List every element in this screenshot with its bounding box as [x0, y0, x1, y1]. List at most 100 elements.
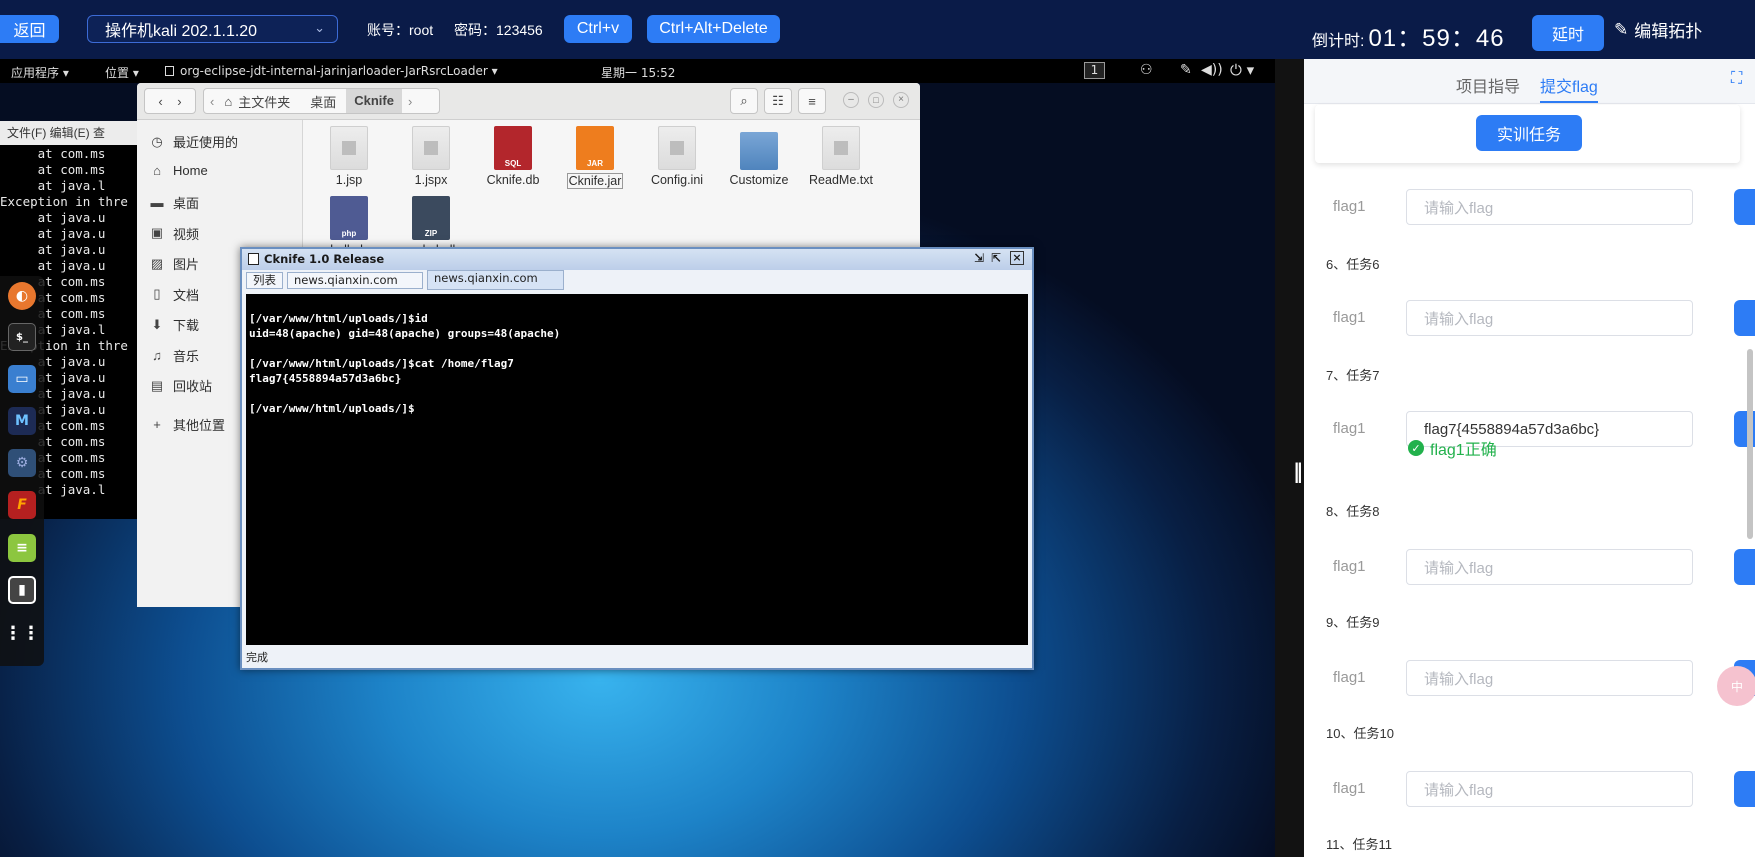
- armitage-icon[interactable]: ⚙: [8, 449, 36, 477]
- dock: ◐ $_ ▭ M ⚙ F ≡ ▮ ⋮⋮: [0, 276, 44, 666]
- volume-icon[interactable]: ◀)): [1201, 62, 1223, 78]
- sidebar-item[interactable]: ▬ 桌面: [149, 193, 200, 212]
- back-arrow-icon[interactable]: ‹: [158, 94, 162, 109]
- cknife-dock-icon[interactable]: ▮: [8, 576, 36, 604]
- ctrl-alt-delete-button[interactable]: Ctrl+Alt+Delete: [647, 15, 780, 43]
- cknife-titlebar[interactable]: Cknife 1.0 Release ⇲ ⇱ ×: [242, 249, 1032, 270]
- sidebar-item-label: 音乐: [173, 348, 200, 364]
- workspace-indicator[interactable]: 1: [1084, 62, 1105, 79]
- sidebar-item[interactable]: ▤ 回收站: [149, 376, 212, 395]
- terminal-line: [/var/www/html/uploads/]$id: [249, 312, 428, 325]
- tab-guide[interactable]: 项目指导: [1456, 73, 1520, 97]
- tab-submit-flag[interactable]: 提交flag: [1540, 73, 1598, 103]
- training-task-button[interactable]: 实训任务: [1476, 115, 1582, 151]
- close-icon[interactable]: ×: [893, 92, 909, 108]
- minimize-icon[interactable]: –: [843, 92, 859, 108]
- database-icon: SQL: [494, 126, 532, 170]
- file-item[interactable]: 1.jspx: [389, 126, 473, 187]
- apps-grid-icon[interactable]: ⋮⋮: [4, 619, 40, 647]
- cknife-terminal[interactable]: [/var/www/html/uploads/]$id uid=48(apache…: [246, 294, 1028, 645]
- terminal-icon[interactable]: $_: [8, 323, 36, 351]
- breadcrumb-home[interactable]: 主文件夹: [236, 92, 300, 111]
- breadcrumb-right-icon[interactable]: ›: [402, 94, 418, 109]
- close-icon[interactable]: ×: [1010, 251, 1024, 265]
- file-name: Cknife.jar: [566, 173, 624, 189]
- sidebar-item[interactable]: ♫ 音乐: [149, 346, 199, 365]
- view-toggle-icon[interactable]: ☷: [764, 88, 792, 114]
- machine-select[interactable]: 操作机kali 202.1.1.20 ⌄: [87, 15, 338, 43]
- cknife-window[interactable]: Cknife 1.0 Release ⇲ ⇱ × 列表 news.qianxin…: [240, 247, 1034, 670]
- drag-handle-icon[interactable]: ‖: [1293, 459, 1303, 483]
- flag-input[interactable]: 请输入flag: [1406, 549, 1693, 585]
- network-icon[interactable]: ⚇: [1140, 62, 1153, 78]
- file-item[interactable]: Customize: [717, 126, 801, 187]
- ime-float-icon[interactable]: 中: [1717, 666, 1755, 706]
- trash-icon: ▤: [150, 377, 164, 393]
- sidebar-item[interactable]: ▯ 文档: [149, 285, 199, 304]
- breadcrumb-current[interactable]: Cknife: [346, 89, 402, 113]
- files-icon[interactable]: ▭: [8, 365, 36, 393]
- flag-input[interactable]: 请输入flag: [1406, 660, 1693, 696]
- menu-icon[interactable]: ≡: [798, 88, 826, 114]
- sidebar-item[interactable]: ▣ 视频: [149, 224, 199, 243]
- submit-button[interactable]: [1734, 300, 1755, 336]
- file-item[interactable]: 1.jsp: [307, 126, 391, 187]
- expand-icon[interactable]: ⛶: [1731, 70, 1742, 88]
- nav-back-forward[interactable]: ‹ ›: [144, 88, 196, 114]
- breadcrumb-desktop[interactable]: 桌面: [300, 92, 346, 111]
- file-name: Config.ini: [650, 173, 704, 187]
- machine-select-value: 操作机kali 202.1.1.20: [105, 23, 258, 40]
- restore-icon[interactable]: ⇲: [974, 251, 984, 265]
- lab-toolbar: 返回 操作机kali 202.1.1.20 ⌄ 账号：root 密码：12345…: [0, 0, 1755, 59]
- faraday-icon[interactable]: F: [8, 491, 36, 519]
- sidebar-item[interactable]: ▨ 图片: [149, 254, 199, 273]
- clock[interactable]: 星期一 15:52: [601, 64, 675, 81]
- file-item[interactable]: ReadMe.txt: [799, 126, 883, 187]
- sidebar-item[interactable]: + 其他位置: [149, 415, 225, 434]
- sidebar-item[interactable]: ⬇ 下载: [149, 315, 199, 334]
- pen-icon[interactable]: ✎: [1180, 62, 1192, 78]
- breadcrumb-left-icon[interactable]: ‹: [204, 94, 220, 109]
- account-label: 账号：root: [367, 22, 434, 38]
- tab-site-1[interactable]: news.qianxin.com: [287, 272, 423, 289]
- popout-icon[interactable]: ⇱: [991, 251, 1001, 265]
- scrollbar[interactable]: [1747, 349, 1753, 539]
- tab-site-2[interactable]: news.qianxin.com: [427, 270, 564, 290]
- file-item[interactable]: SQL Cknife.db: [471, 126, 555, 187]
- sidebar-item[interactable]: ⌂ Home: [149, 163, 208, 178]
- submit-button[interactable]: [1734, 771, 1755, 807]
- remote-desktop[interactable]: 应用程序 ▾ 位置 ▾ org-eclipse-jdt-internal-jar…: [0, 59, 1275, 857]
- chevron-down-icon: ⌄: [314, 20, 325, 35]
- terminal-menu[interactable]: 文件(F) 编辑(E) 查: [0, 121, 140, 145]
- document-icon: [658, 126, 696, 170]
- gnome-top-bar: 应用程序 ▾ 位置 ▾ org-eclipse-jdt-internal-jar…: [0, 59, 1275, 83]
- places-menu[interactable]: 位置 ▾: [105, 64, 139, 81]
- flag-input[interactable]: 请输入flag: [1406, 300, 1693, 336]
- file-item[interactable]: Config.ini: [635, 126, 719, 187]
- edit-icon: ✎: [1614, 19, 1629, 39]
- search-icon[interactable]: ⌕: [730, 88, 758, 114]
- flag-input[interactable]: 请输入flag: [1406, 189, 1693, 225]
- back-button[interactable]: 返回: [0, 15, 59, 43]
- metasploit-icon[interactable]: M: [8, 407, 36, 435]
- firefox-icon[interactable]: ◐: [8, 282, 36, 310]
- file-item[interactable]: JAR Cknife.jar: [553, 126, 637, 189]
- active-app-menu[interactable]: org-eclipse-jdt-internal-jarinjarloader-…: [165, 64, 498, 78]
- submit-button[interactable]: [1734, 549, 1755, 585]
- power-icon[interactable]: ⏻ ▾: [1230, 61, 1254, 79]
- edit-topology-button[interactable]: ✎ 编辑拓扑: [1614, 17, 1702, 42]
- submit-button[interactable]: [1734, 189, 1755, 225]
- notes-icon[interactable]: ≡: [8, 534, 36, 562]
- panel-splitter[interactable]: ‖: [1275, 59, 1304, 857]
- applications-menu[interactable]: 应用程序 ▾: [11, 64, 69, 81]
- forward-arrow-icon[interactable]: ›: [177, 94, 181, 109]
- maximize-icon[interactable]: □: [868, 92, 884, 108]
- paste-button[interactable]: Ctrl+v: [564, 15, 632, 43]
- active-app-label: org-eclipse-jdt-internal-jarinjarloader-…: [180, 64, 498, 78]
- sidebar-item[interactable]: ◷ 最近使用的: [149, 132, 238, 151]
- sidebar-item-label: 下载: [173, 318, 200, 333]
- extend-time-button[interactable]: 延时: [1532, 15, 1604, 51]
- check-icon: ✓: [1408, 440, 1424, 456]
- flag-input[interactable]: 请输入flag: [1406, 771, 1693, 807]
- tab-list[interactable]: 列表: [246, 272, 283, 289]
